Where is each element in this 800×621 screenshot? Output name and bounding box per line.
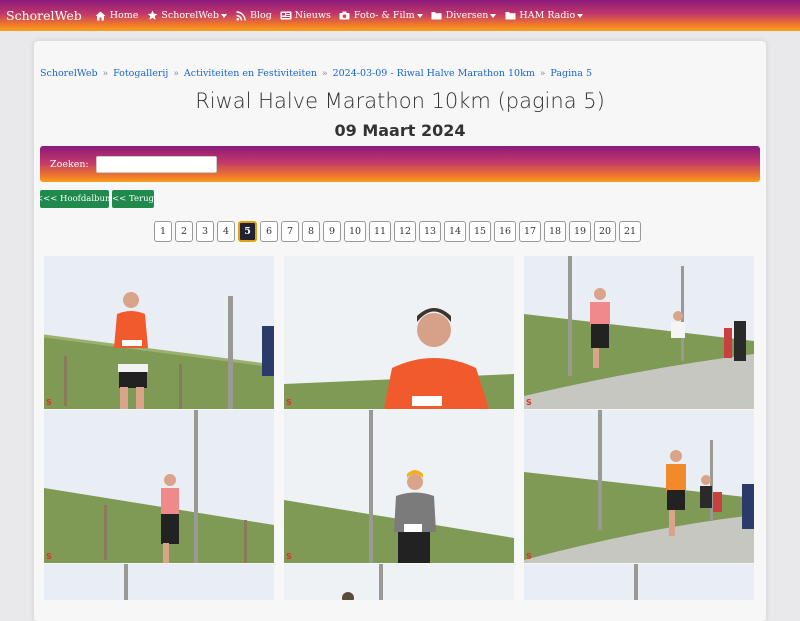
camera-icon — [339, 10, 351, 21]
nav-item-ham-radio[interactable]: HAM Radio — [504, 10, 584, 21]
page-link-15[interactable]: 15 — [469, 221, 491, 242]
caret-down-icon — [490, 13, 497, 18]
watermark-logo: S — [46, 398, 52, 407]
page-link-10[interactable]: 10 — [344, 221, 366, 242]
nav-item-home[interactable]: Home — [95, 10, 139, 21]
rss-icon — [235, 10, 247, 21]
main-album-button[interactable]: <<< Hoofdalbum — [36, 190, 113, 208]
caret-down-icon — [220, 13, 227, 18]
star-icon — [146, 10, 158, 21]
nav-item-nieuws[interactable]: Nieuws — [280, 10, 331, 21]
page-link-19[interactable]: 19 — [569, 221, 591, 242]
page-link-14[interactable]: 14 — [444, 221, 466, 242]
page-link-9[interactable]: 9 — [323, 221, 341, 242]
nav-item-label: SchorelWeb — [161, 10, 219, 21]
breadcrumb-link-pagina[interactable]: Pagina 5 — [550, 68, 592, 79]
nav-item-label: Blog — [249, 10, 272, 21]
page-date: 09 Maart 2024 — [334, 121, 466, 140]
page-link-17[interactable]: 17 — [519, 221, 541, 242]
page-link-13[interactable]: 13 — [419, 221, 441, 242]
photo-thumbnail[interactable]: S — [524, 410, 754, 563]
breadcrumb: SchorelWeb » Fotogallerij » Activiteiten en … — [40, 68, 592, 79]
photo-thumbnail[interactable]: S — [284, 410, 514, 563]
page-link-1[interactable]: 1 — [154, 221, 172, 242]
breadcrumb-link-activiteiten[interactable]: Activiteiten en Festiviteiten — [184, 68, 317, 79]
breadcrumb-link-fotogallerij[interactable]: Fotogallerij — [113, 68, 168, 79]
newspaper-icon — [280, 10, 292, 21]
watermark-logo: S — [46, 552, 52, 561]
search-bar: Zoeken: — [40, 146, 760, 182]
nav-item-label: Nieuws — [294, 10, 331, 21]
search-label: Zoeken: — [50, 158, 89, 170]
photo-thumbnail[interactable]: S — [524, 256, 754, 409]
folder-icon — [504, 10, 516, 21]
breadcrumb-separator: » — [102, 69, 109, 79]
page-link-12[interactable]: 12 — [394, 221, 416, 242]
page-link-2[interactable]: 2 — [175, 221, 193, 242]
search-input[interactable] — [95, 155, 217, 173]
photo-thumbnail[interactable] — [44, 564, 274, 600]
photo-thumbnail[interactable] — [524, 564, 754, 600]
nav-item-label: Home — [109, 10, 139, 21]
page-link-11[interactable]: 11 — [369, 221, 391, 242]
page-title: Riwal Halve Marathon 10km (pagina 5) — [195, 89, 605, 113]
nav-item-label: Foto- & Film — [353, 10, 415, 21]
back-button[interactable]: << Terug — [112, 190, 154, 208]
brand-link[interactable]: SchorelWeb — [6, 8, 82, 23]
nav-item-schorelweb[interactable]: SchorelWeb — [146, 10, 227, 21]
breadcrumb-separator: » — [173, 69, 179, 79]
page-link-5-active[interactable]: 5 — [238, 221, 257, 242]
page-link-4[interactable]: 4 — [217, 221, 235, 242]
page-link-18[interactable]: 18 — [544, 221, 566, 242]
nav-item-blog[interactable]: Blog — [235, 10, 272, 21]
breadcrumb-link-schorelweb[interactable]: SchorelWeb — [40, 68, 98, 79]
nav-item-label: Diversen — [445, 10, 489, 21]
page-link-3[interactable]: 3 — [196, 221, 214, 242]
photo-thumbnail[interactable]: S — [44, 256, 274, 409]
breadcrumb-separator: » — [539, 69, 546, 79]
photo-thumbnail[interactable]: S — [44, 410, 274, 563]
watermark-logo: S — [526, 552, 532, 561]
pagination: 1 2 3 4 5 6 7 8 9 10 11 12 13 14 15 16 1… — [154, 221, 644, 242]
page-link-6[interactable]: 6 — [260, 221, 278, 242]
watermark-logo: S — [286, 552, 292, 561]
watermark-logo: S — [526, 398, 532, 407]
caret-down-icon — [416, 13, 423, 18]
page-link-8[interactable]: 8 — [302, 221, 320, 242]
page-link-21[interactable]: 21 — [619, 221, 641, 242]
nav-item-label: HAM Radio — [519, 10, 576, 21]
nav-item-diversen[interactable]: Diversen — [431, 10, 497, 21]
page-link-7[interactable]: 7 — [281, 221, 299, 242]
page-link-16[interactable]: 16 — [494, 221, 516, 242]
caret-down-icon — [577, 13, 584, 18]
top-navbar: SchorelWeb Home SchorelWeb Blog Nieuws F… — [0, 0, 800, 31]
photo-thumbnail[interactable]: S — [284, 256, 514, 409]
breadcrumb-separator: » — [322, 69, 328, 79]
nav-item-foto-film[interactable]: Foto- & Film — [339, 10, 423, 21]
page-link-20[interactable]: 20 — [594, 221, 616, 242]
folder-icon — [431, 10, 443, 21]
home-icon — [95, 10, 107, 21]
photo-thumbnail[interactable] — [284, 564, 514, 600]
breadcrumb-link-album[interactable]: 2024-03-09 - Riwal Halve Marathon 10km — [333, 68, 535, 79]
watermark-logo: S — [286, 398, 292, 407]
